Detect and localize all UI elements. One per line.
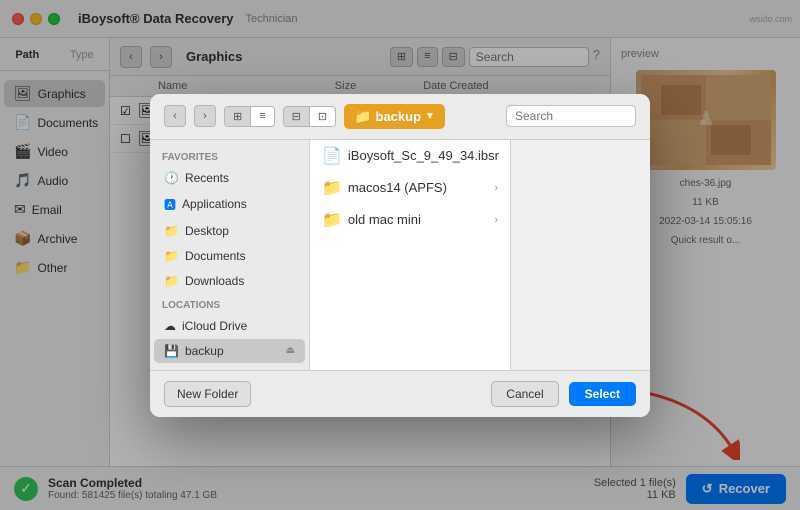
view-toggle: ⊞ ≡ <box>224 106 275 127</box>
picker-toolbar: ‹ › ⊞ ≡ ⊟ ⊡ 📁 backup ▼ <box>150 94 650 140</box>
picker-footer: New Folder Cancel Select <box>150 370 650 417</box>
icon-view-button[interactable]: ⊞ <box>225 107 251 126</box>
chevron-right-icon: › <box>494 214 498 226</box>
list-view-button[interactable]: ≡ <box>251 107 273 126</box>
flow-view-btn[interactable]: ⊡ <box>310 107 335 126</box>
locations-section-label: Locations <box>150 294 309 313</box>
picker-sidebar-item-backup[interactable]: 💾 backup ⏏ <box>154 339 305 363</box>
chevron-right-icon: › <box>494 182 498 194</box>
picker-sidebar-item-recents[interactable]: 🕐 Recents <box>154 166 305 190</box>
backup-drive-icon: 💾 <box>164 344 179 358</box>
picker-path-label: backup <box>376 109 422 124</box>
picker-sidebar-item-icloud[interactable]: ☁ iCloud Drive <box>154 314 305 338</box>
picker-file-area: 📄 iBoysoft_Sc_9_49_34.ibsr 📁 macos14 (AP… <box>310 140 510 370</box>
picker-search-input[interactable] <box>506 105 636 127</box>
documents-folder-icon: 📁 <box>164 249 179 263</box>
column-view-btn[interactable]: ⊟ <box>284 107 310 126</box>
applications-icon: 🅰 <box>164 196 176 213</box>
folder-icon: 📁 <box>322 210 342 230</box>
cancel-button[interactable]: Cancel <box>491 381 558 407</box>
picker-path-arrow-icon: ▼ <box>425 111 435 122</box>
icloud-icon: ☁ <box>164 319 176 333</box>
select-button[interactable]: Select <box>569 382 636 406</box>
file-icon: 📄 <box>322 146 342 166</box>
picker-sidebar-item-documents[interactable]: 📁 Documents <box>154 244 305 268</box>
picker-back-button[interactable]: ‹ <box>164 105 186 127</box>
folder-icon: 📁 <box>322 178 342 198</box>
downloads-icon: 📁 <box>164 274 179 288</box>
desktop-icon: 📁 <box>164 224 179 238</box>
favorites-section-label: Favorites <box>150 146 309 165</box>
file-picker: ‹ › ⊞ ≡ ⊟ ⊡ 📁 backup ▼ <box>150 94 650 417</box>
picker-sidebar: Favorites 🕐 Recents 🅰 Applications 📁 Des… <box>150 140 310 370</box>
picker-sidebar-item-applications[interactable]: 🅰 Applications <box>154 191 305 218</box>
picker-sidebar-item-downloads[interactable]: 📁 Downloads <box>154 269 305 293</box>
modal-overlay: ‹ › ⊞ ≡ ⊟ ⊡ 📁 backup ▼ <box>0 0 800 510</box>
app-window: iBoysoft® Data Recovery Technician Path … <box>0 0 800 510</box>
list-item[interactable]: 📁 macos14 (APFS) › <box>310 172 510 204</box>
new-folder-button[interactable]: New Folder <box>164 381 251 407</box>
list-item[interactable]: 📄 iBoysoft_Sc_9_49_34.ibsr <box>310 140 510 172</box>
picker-preview <box>510 140 650 370</box>
list-item[interactable]: 📁 old mac mini › <box>310 204 510 236</box>
folder-icon: 📁 <box>354 108 371 125</box>
eject-icon[interactable]: ⏏ <box>286 345 295 356</box>
recents-icon: 🕐 <box>164 171 179 185</box>
picker-sidebar-item-desktop[interactable]: 📁 Desktop <box>154 219 305 243</box>
picker-forward-button[interactable]: › <box>194 105 216 127</box>
picker-body: Favorites 🕐 Recents 🅰 Applications 📁 Des… <box>150 140 650 370</box>
picker-path[interactable]: 📁 backup ▼ <box>344 104 445 129</box>
